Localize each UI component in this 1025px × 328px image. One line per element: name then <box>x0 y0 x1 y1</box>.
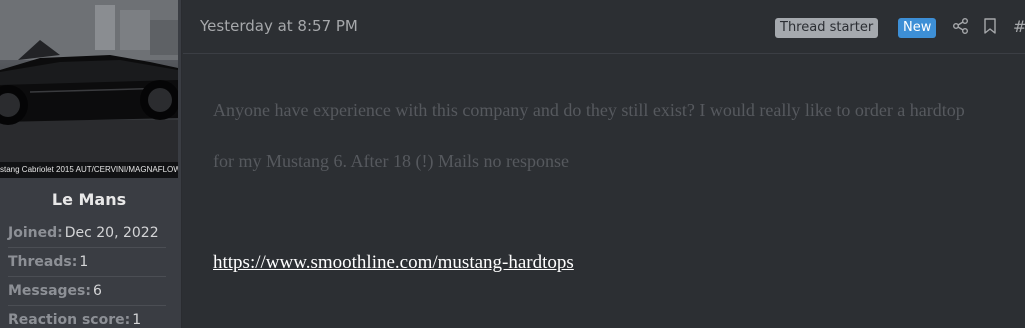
user-info-panel: stang Cabriolet 2015 AUT/CERVINI/MAGNAFL… <box>0 0 182 328</box>
stat-value: 1 <box>79 254 89 270</box>
stat-joined: Joined: Dec 20, 2022 <box>8 219 166 248</box>
user-stats: Joined: Dec 20, 2022 Threads: 1 Messages… <box>8 219 166 328</box>
avatar-car-image <box>0 0 178 162</box>
post-date[interactable]: Yesterday at 8:57 PM <box>200 17 358 35</box>
stat-value: Dec 20, 2022 <box>64 225 159 241</box>
stat-value: 1 <box>132 312 142 328</box>
stat-reaction-score: Reaction score: 1 <box>8 306 166 328</box>
stat-label: Messages: <box>8 283 91 299</box>
permalink-icon[interactable]: # <box>1013 17 1025 37</box>
avatar-caption: stang Cabriolet 2015 AUT/CERVINI/MAGNAFL… <box>0 162 178 178</box>
thread-starter-badge: Thread starter <box>775 18 879 38</box>
stat-value: 6 <box>93 283 102 299</box>
avatar[interactable]: stang Cabriolet 2015 AUT/CERVINI/MAGNAFL… <box>0 0 178 178</box>
post-body: Anyone have experience with this company… <box>213 85 1013 187</box>
stat-label: Threads: <box>8 254 78 270</box>
new-badge: New <box>898 18 937 38</box>
bookmark-icon[interactable] <box>981 17 1001 37</box>
post-header: Yesterday at 8:57 PM Thread starter New … <box>183 0 1025 54</box>
share-icon[interactable] <box>952 17 972 37</box>
username[interactable]: Le Mans <box>0 190 178 209</box>
post-text-line: Anyone have experience with this company… <box>213 100 965 120</box>
stat-threads: Threads: 1 <box>8 248 166 277</box>
post-content: Yesterday at 8:57 PM Thread starter New … <box>183 0 1025 328</box>
stat-label: Joined: <box>8 225 63 241</box>
post-text-line: for my Mustang 6. After 18 (!) Mails no … <box>213 151 569 171</box>
post-link[interactable]: https://www.smoothline.com/mustang-hardt… <box>213 252 574 274</box>
stat-messages: Messages: 6 <box>8 277 166 306</box>
stat-label: Reaction score: <box>8 312 131 328</box>
